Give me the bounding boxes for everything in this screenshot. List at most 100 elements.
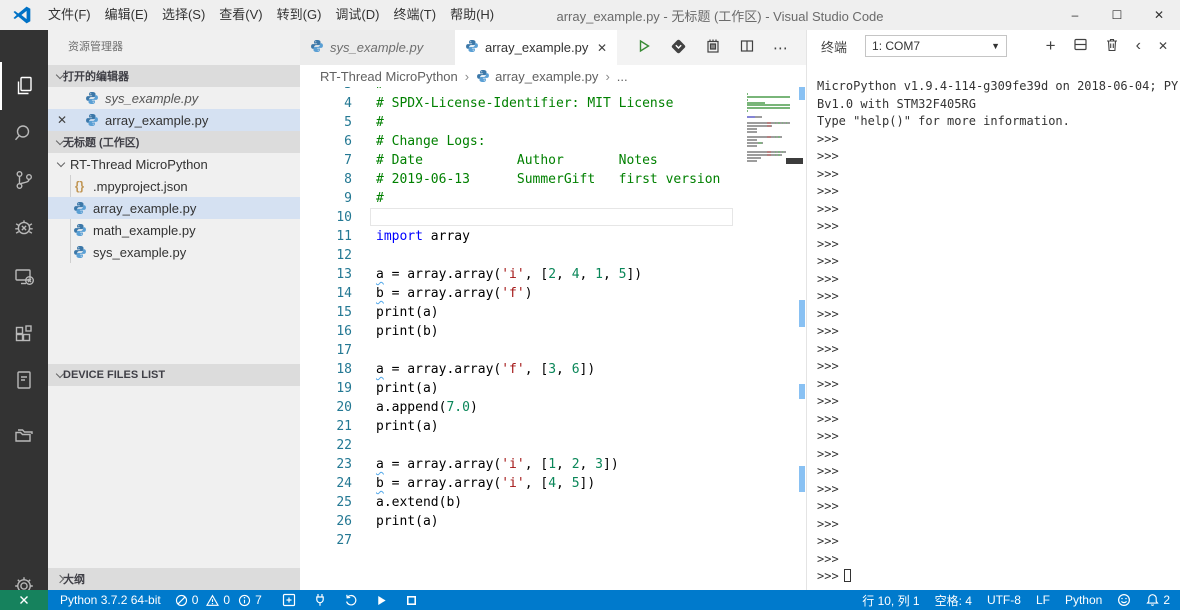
code-line-23[interactable]: 23 a = array.array('i', [1, 2, 3]): [300, 455, 745, 474]
tree-folder-rtthread[interactable]: RT-Thread MicroPython: [48, 153, 300, 175]
code-line-20[interactable]: 20 a.append(7.0): [300, 398, 745, 417]
line-number: 19: [336, 381, 352, 396]
terminal-prompt-line: >>>: [817, 131, 839, 146]
code-line-17[interactable]: 17: [300, 341, 745, 360]
run-file-icon[interactable]: [636, 38, 652, 57]
menu-item[interactable]: 转到(G): [270, 7, 329, 22]
code-area[interactable]: 3#4# SPDX-License-Identifier: MIT Licens…: [300, 87, 806, 590]
terminal-prompt-line: >>>: [817, 184, 839, 198]
terminal-panel: 终端 1: COM7 ▼ + ‹ ✕ MicroPython v1.9.4-11…: [806, 30, 1180, 590]
kill-terminal-icon[interactable]: [1105, 37, 1119, 55]
breadcrumb[interactable]: RT-Thread MicroPython › array_example.py…: [300, 65, 806, 87]
code-line-13[interactable]: 13 a = array.array('i', [2, 4, 1, 5]): [300, 265, 745, 284]
code-line-27[interactable]: 27: [300, 531, 745, 550]
memory-chip-icon[interactable]: [705, 38, 721, 57]
language-status[interactable]: Python: [1065, 593, 1102, 607]
notebook-icon[interactable]: [0, 356, 48, 404]
minimize-button[interactable]: –: [1054, 0, 1096, 30]
usb-plug-icon[interactable]: [313, 593, 327, 607]
source-control-icon[interactable]: [0, 156, 48, 204]
code-line-19[interactable]: 19 print(a): [300, 379, 745, 398]
menu-item[interactable]: 查看(V): [212, 7, 269, 22]
terminal-prompt-line: >>>: [817, 481, 839, 496]
menu-item[interactable]: 文件(F): [41, 7, 98, 22]
terminal-output[interactable]: MicroPython v1.9.4-114-g309fe39d on 2018…: [817, 78, 1178, 590]
remote-indicator[interactable]: [0, 590, 48, 610]
code-line-24[interactable]: 24 b = array.array('i', [4, 5]): [300, 474, 745, 493]
folders-icon[interactable]: [0, 411, 48, 459]
code-line-11[interactable]: 11 import array: [300, 227, 745, 246]
code-line-14[interactable]: 14 b = array.array('f'): [300, 284, 745, 303]
menu-item[interactable]: 终端(T): [386, 7, 443, 22]
menu-item[interactable]: 编辑(E): [98, 7, 155, 22]
debug-icon[interactable]: [0, 203, 48, 251]
code-line-10[interactable]: 10: [300, 208, 745, 227]
close-editor-icon[interactable]: ✕: [54, 113, 70, 127]
sync-icon[interactable]: [344, 593, 358, 607]
code-line-6[interactable]: 6 # Change Logs:: [300, 132, 745, 151]
eol-status[interactable]: LF: [1036, 593, 1050, 607]
code-line-5[interactable]: 5 #: [300, 113, 745, 132]
code-line-18[interactable]: 18 a = array.array('f', [3, 6]): [300, 360, 745, 379]
code-line-15[interactable]: 15 print(a): [300, 303, 745, 322]
tree-file-.mpyproject.json[interactable]: {} .mpyproject.json: [48, 175, 300, 197]
tree-file-sys_example.py[interactable]: sys_example.py: [48, 241, 300, 263]
new-terminal-icon[interactable]: +: [1046, 36, 1056, 56]
menu-item[interactable]: 调试(D): [328, 7, 386, 22]
menu-item[interactable]: 帮助(H): [443, 7, 501, 22]
search-icon[interactable]: [0, 109, 48, 157]
vscode-logo-icon: [13, 6, 31, 24]
code-line-12[interactable]: 12: [300, 246, 745, 265]
split-editor-icon[interactable]: [739, 38, 755, 57]
tree-file-array_example.py[interactable]: array_example.py: [48, 197, 300, 219]
tab-array-example[interactable]: array_example.py ✕: [455, 30, 617, 65]
code-line-22[interactable]: 22: [300, 436, 745, 455]
code-line-3[interactable]: 3#: [300, 87, 745, 94]
explorer-icon[interactable]: [0, 62, 48, 110]
code-line-9[interactable]: 9 #: [300, 189, 745, 208]
open-editor-array_example.py[interactable]: ✕ array_example.py: [48, 109, 300, 131]
code-line-21[interactable]: 21 print(a): [300, 417, 745, 436]
python-icon: [465, 39, 479, 56]
code-line-8[interactable]: 8 # 2019-06-13 SummerGift first version: [300, 170, 745, 189]
code-line-7[interactable]: 7 # Date Author Notes: [300, 151, 745, 170]
terminal-selector[interactable]: 1: COM7 ▼: [865, 35, 1008, 57]
problems-status[interactable]: 0 0 7: [175, 593, 262, 607]
scrollbar-thumb[interactable]: [786, 158, 803, 164]
chevron-left-icon[interactable]: ‹: [1136, 37, 1141, 55]
remote-device-icon[interactable]: [0, 252, 48, 300]
cursor-position-status[interactable]: 行 10, 列 1: [862, 592, 919, 609]
stop-icon[interactable]: [405, 594, 418, 607]
outline-header[interactable]: 大纲: [48, 568, 300, 590]
indentation-status[interactable]: 空格: 4: [935, 592, 972, 609]
download-to-device-icon[interactable]: [670, 38, 687, 58]
code-line-4[interactable]: 4 # SPDX-License-Identifier: MIT License: [300, 94, 745, 113]
notifications-bell[interactable]: 2: [1146, 593, 1170, 607]
workspace-header[interactable]: 无标题 (工作区): [48, 131, 300, 153]
terminal-prompt-line: >>>: [817, 289, 839, 303]
line-number: 11: [336, 229, 352, 244]
close-panel-icon[interactable]: ✕: [1158, 39, 1168, 53]
tree-file-math_example.py[interactable]: math_example.py: [48, 219, 300, 241]
menu-item[interactable]: 选择(S): [155, 7, 212, 22]
open-editor-sys_example.py[interactable]: sys_example.py: [48, 87, 300, 109]
tab-sys-example[interactable]: sys_example.py: [300, 30, 455, 65]
extensions-icon[interactable]: [0, 311, 48, 359]
panel-tab-terminal[interactable]: 终端: [821, 37, 847, 56]
more-actions-icon[interactable]: ⋯: [773, 39, 788, 57]
minimap[interactable]: [745, 87, 790, 177]
code-line-26[interactable]: 26 print(a): [300, 512, 745, 531]
python-interpreter-status[interactable]: Python 3.7.2 64-bit: [60, 593, 161, 607]
device-files-header[interactable]: DEVICE FILES LIST: [48, 364, 300, 386]
open-editors-header[interactable]: 打开的编辑器: [48, 65, 300, 87]
add-board-icon[interactable]: [282, 593, 296, 607]
run-icon[interactable]: [375, 594, 388, 607]
feedback-smiley-icon[interactable]: [1117, 593, 1131, 607]
code-line-16[interactable]: 16 print(b): [300, 322, 745, 341]
close-window-button[interactable]: ✕: [1138, 0, 1180, 30]
close-tab-icon[interactable]: ✕: [597, 41, 607, 55]
encoding-status[interactable]: UTF-8: [987, 593, 1021, 607]
code-line-25[interactable]: 25 a.extend(b): [300, 493, 745, 512]
maximize-button[interactable]: ☐: [1096, 0, 1138, 30]
split-terminal-icon[interactable]: [1073, 37, 1088, 55]
